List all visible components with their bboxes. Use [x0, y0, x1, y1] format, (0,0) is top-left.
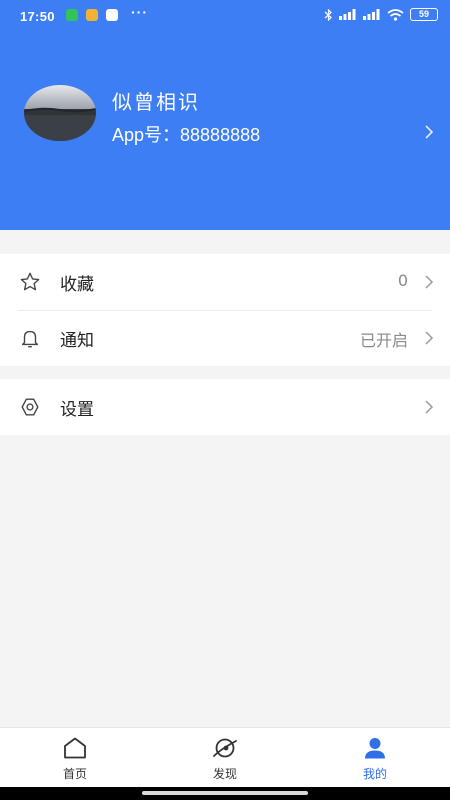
wechat-notification-icon [66, 9, 78, 21]
menu-item-label: 收藏 [60, 275, 94, 295]
battery-icon: 59 [410, 8, 438, 21]
app-notification-icon [86, 9, 98, 21]
signal-icon-2 [363, 9, 380, 20]
profile-app-id: App号：88888888 [112, 125, 261, 145]
chevron-right-icon[interactable] [424, 124, 434, 140]
settings-card: 设置 [0, 379, 450, 435]
signal-icon [339, 9, 356, 20]
bell-icon [21, 330, 39, 348]
gear-icon [21, 398, 39, 416]
menu-item-label: 通知 [60, 331, 94, 351]
tab-label: 发现 [212, 767, 237, 781]
favorites-count: 0 [397, 271, 408, 290]
tab-mine[interactable]: 我的 [300, 728, 450, 788]
tab-label: 我的 [362, 767, 387, 781]
chevron-right-icon [425, 400, 434, 414]
status-bar: 17:50 ··· 59 [0, 0, 450, 32]
star-icon [20, 272, 40, 291]
tab-discover[interactable]: 发现 [150, 728, 300, 788]
wifi-icon [387, 8, 404, 21]
system-navigation-bar [0, 787, 450, 800]
menu-card: 收藏 0 通知 已开启 [0, 254, 450, 366]
notifications-status: 已开启 [359, 331, 408, 350]
menu-item-favorites[interactable]: 收藏 0 [0, 254, 450, 310]
menu-item-label: 设置 [60, 400, 94, 420]
tab-home[interactable]: 首页 [0, 728, 150, 788]
tab-label: 首页 [62, 767, 87, 781]
menu-item-settings[interactable]: 设置 [0, 379, 450, 435]
status-time: 17:50 [20, 9, 55, 24]
discover-icon [213, 738, 237, 758]
profile-header: 17:50 ··· 59 似曾相识 App号：88888888 [0, 0, 450, 230]
more-notifications-icon: ··· [131, 4, 148, 20]
avatar-photo [24, 107, 96, 141]
avatar[interactable] [24, 85, 96, 141]
chevron-right-icon [425, 331, 434, 345]
profile-name: 似曾相识 [112, 90, 200, 114]
bluetooth-icon [324, 8, 332, 21]
person-icon [365, 738, 385, 759]
tab-bar: 首页 发现 我的 [0, 727, 450, 788]
chevron-right-icon [425, 275, 434, 289]
home-indicator[interactable] [142, 791, 308, 795]
video-notification-icon [106, 9, 118, 21]
home-icon [64, 737, 86, 759]
menu-item-notifications[interactable]: 通知 已开启 [0, 310, 450, 366]
